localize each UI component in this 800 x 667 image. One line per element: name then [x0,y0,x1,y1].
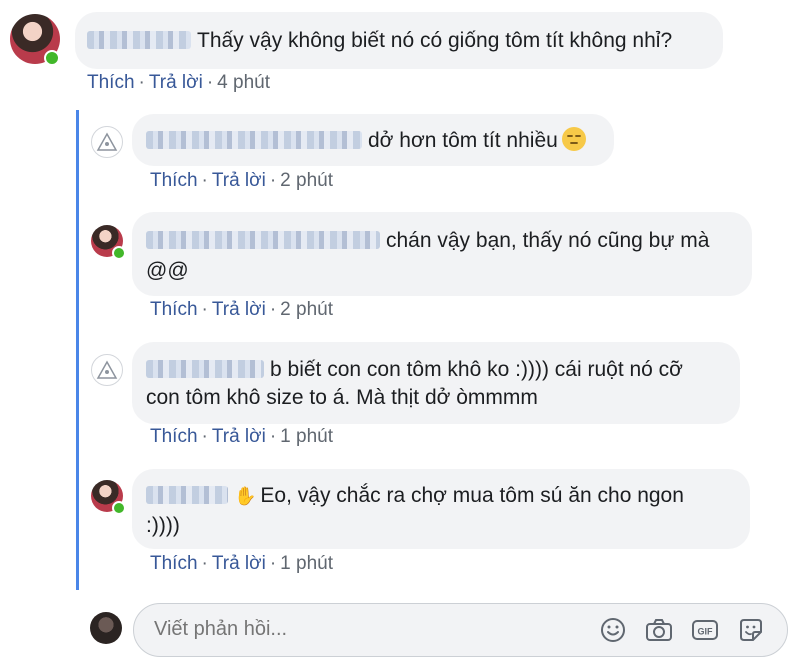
comment-actions: Thích · Trả lời · 1 phút [150,553,333,574]
comment-text: dở hơn tôm tít nhiều [368,129,558,152]
reply-input[interactable] [152,617,576,642]
reply-link[interactable]: Trả lời [149,72,203,93]
comment-text-line-2: con tôm khô size to á. Mà thịt dở òmmmm [146,386,538,409]
svg-text:GIF: GIF [698,627,714,637]
comment-text-line-1: chán vậy bạn, thấy nó cũng bự mà [386,229,710,252]
comment-text-line-1: b biết con con tôm khô ko :)))) cái ruột… [270,358,683,381]
online-status-dot [112,246,126,260]
comment-bubble: ✋ Eo, vậy chắc ra chợ mua tôm sú ăn cho n… [132,469,750,549]
comment-bubble: Thấy vậy không biết nó có giống tôm tít … [75,12,723,69]
comment-text-line-2: @@ [146,259,189,282]
comment-actions: Thích · Trả lời · 4 phút [87,72,270,93]
like-link[interactable]: Thích [150,553,198,574]
timestamp[interactable]: 1 phút [280,553,333,574]
like-link[interactable]: Thích [150,426,198,447]
comment-bubble: dở hơn tôm tít nhiều [132,114,614,166]
reply-link[interactable]: Trả lời [212,299,266,320]
reply-link[interactable]: Trả lời [212,170,266,191]
online-status-dot [44,50,60,66]
thread-line [76,110,79,590]
emoji-icon[interactable] [599,616,627,644]
online-status-dot [112,501,126,515]
timestamp[interactable]: 4 phút [217,72,270,93]
comment-bubble: b biết con con tôm khô ko :)))) cái ruột… [132,342,740,424]
comment-actions: Thích · Trả lời · 2 phút [150,170,333,191]
gif-icon[interactable]: GIF [691,616,719,644]
current-user-avatar[interactable] [90,612,122,644]
comment-text: Thấy vậy không biết nó có giống tôm tít … [197,29,673,52]
like-link[interactable]: Thích [150,299,198,320]
comment-text-line-1: Eo, vậy chắc ra chợ mua tôm sú ăn cho ng… [260,484,684,507]
logo-icon [96,132,118,151]
blurred-author-name[interactable] [146,231,380,249]
blurred-author-name[interactable] [146,486,228,504]
waving-hand-icon: ✋ [234,486,257,506]
avatar[interactable] [91,126,123,158]
sticker-icon[interactable] [737,616,765,644]
reply-box[interactable]: GIF [133,603,788,657]
avatar[interactable] [91,354,123,386]
timestamp[interactable]: 1 phút [280,426,333,447]
blurred-author-name[interactable] [87,31,191,49]
timestamp[interactable]: 2 phút [280,299,333,320]
blurred-author-name[interactable] [146,131,362,149]
timestamp[interactable]: 2 phút [280,170,333,191]
reply-link[interactable]: Trả lời [212,553,266,574]
comment-actions: Thích · Trả lời · 2 phút [150,299,333,320]
comment-actions: Thích · Trả lời · 1 phút [150,426,333,447]
like-link[interactable]: Thích [87,72,135,93]
comment-text-line-2: :)))) [146,514,180,537]
comment-bubble: chán vậy bạn, thấy nó cũng bự mà @@ [132,212,752,296]
blurred-author-name[interactable] [146,360,264,378]
camera-icon[interactable] [645,616,673,644]
reply-link[interactable]: Trả lời [212,426,266,447]
unamused-face-emoji [561,127,586,151]
like-link[interactable]: Thích [150,170,198,191]
reply-toolbar: GIF [599,616,765,644]
logo-icon [96,360,118,379]
